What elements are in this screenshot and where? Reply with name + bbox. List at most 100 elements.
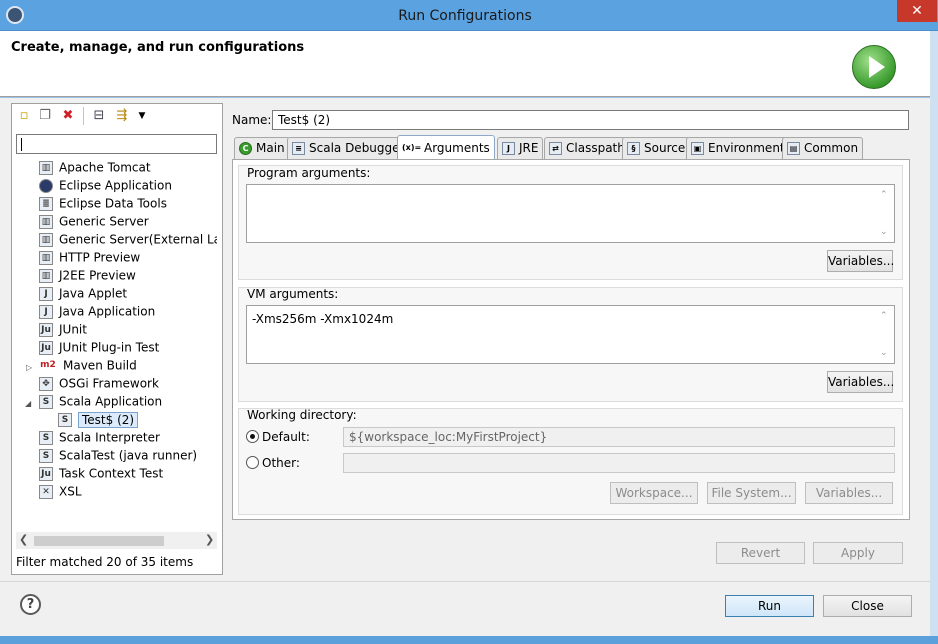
tree-item[interactable]: Ju Task Context Test [39,464,163,482]
footer-separator [0,581,930,582]
scroll-up-icon[interactable]: ⌃ [880,311,888,321]
tab-common[interactable]: ▤ Common [782,137,864,159]
scala-icon: S [58,412,72,427]
junit-icon: Ju [39,466,53,481]
working-directory-label: Working directory: [247,408,357,422]
tree-item[interactable]: J Java Application [39,302,155,320]
tree-item-label: Scala Application [59,394,163,409]
window-title: Run Configurations [398,8,532,24]
arguments-icon: (x)= [402,143,422,152]
vm-arguments-label: VM arguments: [247,287,339,301]
java-applet-icon: J [39,286,53,301]
window-close-button[interactable]: ✕ [897,0,937,22]
tree-item-label: Java Application [59,304,156,319]
collapse-all-icon[interactable]: ⊟ [91,108,107,124]
scroll-up-icon[interactable]: ⌃ [880,190,888,200]
maven-icon: m2 [40,359,56,370]
filter-icon[interactable]: ⇶ [114,108,130,124]
tree-item[interactable]: ▥ Generic Server(External Launch [39,230,217,248]
working-dir-variables-button[interactable]: Variables... [805,482,893,504]
revert-button[interactable]: Revert [716,542,805,564]
expand-arrow-icon[interactable]: ▷ [26,363,32,372]
tab-arguments[interactable]: (x)= Arguments [397,135,495,159]
other-radio[interactable] [246,456,259,469]
collapse-arrow-icon[interactable]: ◢ [25,399,31,408]
tree-item-label: OSGi Framework [59,376,159,391]
delete-icon[interactable]: ✖ [60,108,76,124]
server-icon: ▥ [39,268,53,283]
environment-icon: ▣ [691,142,704,155]
tree-item-label: JUnit [59,322,87,337]
default-directory-field: ${workspace_loc:MyFirstProject} [343,427,895,447]
tree-item-label: Eclipse Data Tools [59,196,167,211]
tab-jre[interactable]: J JRE [497,137,544,159]
filter-input[interactable] [16,134,217,154]
apply-button[interactable]: Apply [813,542,903,564]
scrollbar-thumb[interactable] [34,536,164,546]
scroll-down-icon[interactable]: ⌄ [880,227,888,237]
xsl-icon: ✕ [39,484,53,499]
tree-item[interactable]: ▥ HTTP Preview [39,248,140,266]
tab-classpath[interactable]: ⇄ Classpath [544,137,630,159]
scroll-right-icon[interactable]: ❯ [205,533,214,546]
new-launch-config-icon[interactable]: ▫ [16,108,32,124]
filter-status-text: Filter matched 20 of 35 items [16,555,194,569]
tree-item[interactable]: J Java Applet [39,284,127,302]
default-radio[interactable] [246,430,259,443]
scroll-left-icon[interactable]: ❮ [19,533,28,546]
program-arguments-label: Program arguments: [247,166,371,180]
tab-source[interactable]: § Source [622,137,691,159]
tree-item[interactable]: ▥ Generic Server [39,212,149,230]
tree-item-label: Generic Server(External Launch [59,232,217,247]
vm-variables-button[interactable]: Variables... [827,371,894,393]
other-directory-field[interactable] [343,453,895,473]
tree-item[interactable]: Ju JUnit [39,320,87,338]
program-variables-button[interactable]: Variables... [827,250,894,272]
help-icon[interactable]: ? [20,594,41,615]
workspace-button[interactable]: Workspace... [610,482,698,504]
config-tabs: C Main ≡ Scala Debugger (x)= Arguments J JRE… [232,135,910,159]
tree-item[interactable]: ● Eclipse Application [39,176,172,194]
tree-item[interactable]: ▥ Apache Tomcat [39,158,151,176]
tab-environment[interactable]: ▣ Environment [686,137,790,159]
server-icon: ▥ [39,232,53,247]
tab-scala-debugger[interactable]: ≡ Scala Debugger [287,137,410,159]
tree-item[interactable]: ✕ XSL [39,482,82,500]
scala-icon: S [39,448,53,463]
run-button[interactable]: Run [725,595,814,617]
tree-item-label: Task Context Test [59,466,164,481]
vm-arguments-textarea[interactable]: -Xms256m -Xmx1024m [246,305,895,364]
tree-item[interactable]: Ju JUnit Plug-in Test [39,338,159,356]
classpath-icon: ⇄ [549,142,562,155]
tree-item[interactable]: S Scala Application [39,392,162,410]
toolbar-separator [83,107,84,125]
tree-item-label: J2EE Preview [59,268,136,283]
close-button[interactable]: Close [823,595,912,617]
tree-item[interactable]: S Scala Interpreter [39,428,160,446]
tree-item[interactable]: m2 Maven Build [39,356,137,374]
tree-item-label: HTTP Preview [59,250,141,265]
tree-item[interactable]: ✥ OSGi Framework [39,374,159,392]
header-message: Create, manage, and run configurations [11,40,305,55]
file-system-button[interactable]: File System... [707,482,796,504]
name-label: Name: [232,113,272,127]
scala-icon: S [39,394,53,409]
jre-icon: J [502,142,515,155]
dropdown-icon[interactable]: ▼ [134,108,150,124]
background-window-edge [930,31,938,644]
tree-item-label: ScalaTest (java runner) [59,448,198,463]
scroll-down-icon[interactable]: ⌄ [880,348,888,358]
tree-item[interactable]: ≣ Eclipse Data Tools [39,194,167,212]
junit-plugin-icon: Ju [39,340,53,355]
duplicate-icon[interactable]: ❐ [37,108,53,124]
tab-main[interactable]: C Main [234,137,290,159]
tree-item[interactable]: ▥ J2EE Preview [39,266,136,284]
debugger-icon: ≡ [292,142,305,155]
tree-item[interactable]: S Test$ (2) [58,410,139,428]
tree-item-label: Maven Build [63,358,137,373]
common-icon: ▤ [787,142,800,155]
tree-item[interactable]: S ScalaTest (java runner) [39,446,197,464]
config-name-input[interactable]: Test$ (2) [272,110,909,130]
program-arguments-textarea[interactable] [246,184,895,243]
tree-item-label: XSL [59,484,82,499]
